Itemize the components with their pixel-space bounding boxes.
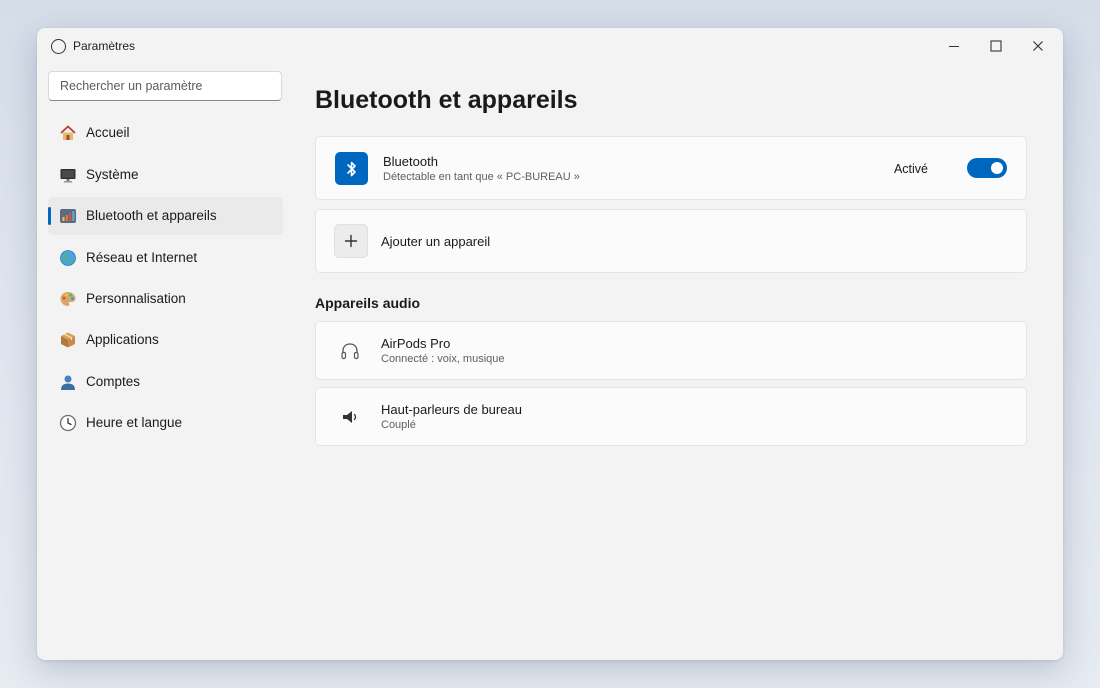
sidebar-item-label: Système xyxy=(86,167,139,182)
add-device-button[interactable]: Ajouter un appareil xyxy=(315,209,1027,273)
person-icon xyxy=(58,372,78,392)
sidebar-item-label: Bluetooth et appareils xyxy=(86,208,217,223)
sidebar-item-reseau-et-internet[interactable]: Réseau et Internet xyxy=(48,239,283,277)
active-indicator xyxy=(48,207,51,225)
sidebar-item-accueil[interactable]: Accueil xyxy=(48,114,283,152)
bluetooth-devices-icon xyxy=(58,206,78,226)
audio-device-desk-speakers[interactable]: Haut-parleurs de bureau Couplé xyxy=(315,387,1027,446)
search-input[interactable] xyxy=(48,71,282,101)
close-icon xyxy=(1033,41,1043,51)
globe-icon xyxy=(58,248,78,268)
palette-icon xyxy=(58,289,78,309)
sidebar-item-bluetooth-et-appareils[interactable]: Bluetooth et appareils xyxy=(48,197,283,235)
sidebar-item-label: Accueil xyxy=(86,125,130,140)
device-status: Couplé xyxy=(381,419,416,431)
sidebar-item-label: Comptes xyxy=(86,374,141,389)
sidebar-item-systeme[interactable]: Système xyxy=(48,156,283,194)
bluetooth-toggle-label: Activé xyxy=(893,162,928,176)
device-status: Connecté : voix, musique xyxy=(381,353,505,365)
home-icon xyxy=(58,123,78,143)
bluetooth-title: Bluetooth xyxy=(383,154,438,169)
plus-icon xyxy=(334,224,368,258)
device-name: AirPods Pro xyxy=(381,336,451,351)
add-device-label: Ajouter un appareil xyxy=(381,234,491,249)
audio-device-airpods[interactable]: AirPods Pro Connecté : voix, musique xyxy=(315,321,1027,380)
page-title: Bluetooth et appareils xyxy=(315,86,578,114)
settings-app-icon xyxy=(51,39,66,54)
clock-icon xyxy=(58,413,78,433)
audio-section-title: Appareils audio xyxy=(315,295,421,311)
bluetooth-subtitle: Détectable en tant que « PC-BUREAU » xyxy=(383,171,580,183)
sidebar-item-label: Applications xyxy=(86,332,159,347)
bluetooth-card: Bluetooth Détectable en tant que « PC-BU… xyxy=(315,136,1027,200)
maximize-button[interactable] xyxy=(975,32,1017,60)
sidebar-item-comptes[interactable]: Comptes xyxy=(48,363,283,401)
device-name: Haut-parleurs de bureau xyxy=(381,402,522,417)
speaker-icon xyxy=(338,405,362,429)
settings-window: Paramètres Accueil xyxy=(37,28,1063,660)
monitor-icon xyxy=(58,165,78,185)
toggle-knob xyxy=(991,162,1003,174)
sidebar-item-personnalisation[interactable]: Personnalisation xyxy=(48,280,283,318)
title-bar[interactable]: Paramètres xyxy=(37,28,1063,64)
minimize-button[interactable] xyxy=(933,32,975,60)
window-title: Paramètres xyxy=(73,39,136,53)
sidebar-item-applications[interactable]: Applications xyxy=(48,321,283,359)
close-button[interactable] xyxy=(1017,32,1059,60)
bluetooth-icon xyxy=(335,152,368,185)
minimize-icon xyxy=(949,45,959,48)
bluetooth-toggle[interactable] xyxy=(967,158,1007,178)
sidebar-item-label: Réseau et Internet xyxy=(86,250,198,265)
package-icon xyxy=(58,330,78,350)
sidebar-item-label: Heure et langue xyxy=(86,415,183,430)
maximize-icon xyxy=(990,40,1002,52)
sidebar-item-heure-et-langue[interactable]: Heure et langue xyxy=(48,404,283,442)
sidebar-item-label: Personnalisation xyxy=(86,291,186,306)
headphones-icon xyxy=(338,339,362,363)
